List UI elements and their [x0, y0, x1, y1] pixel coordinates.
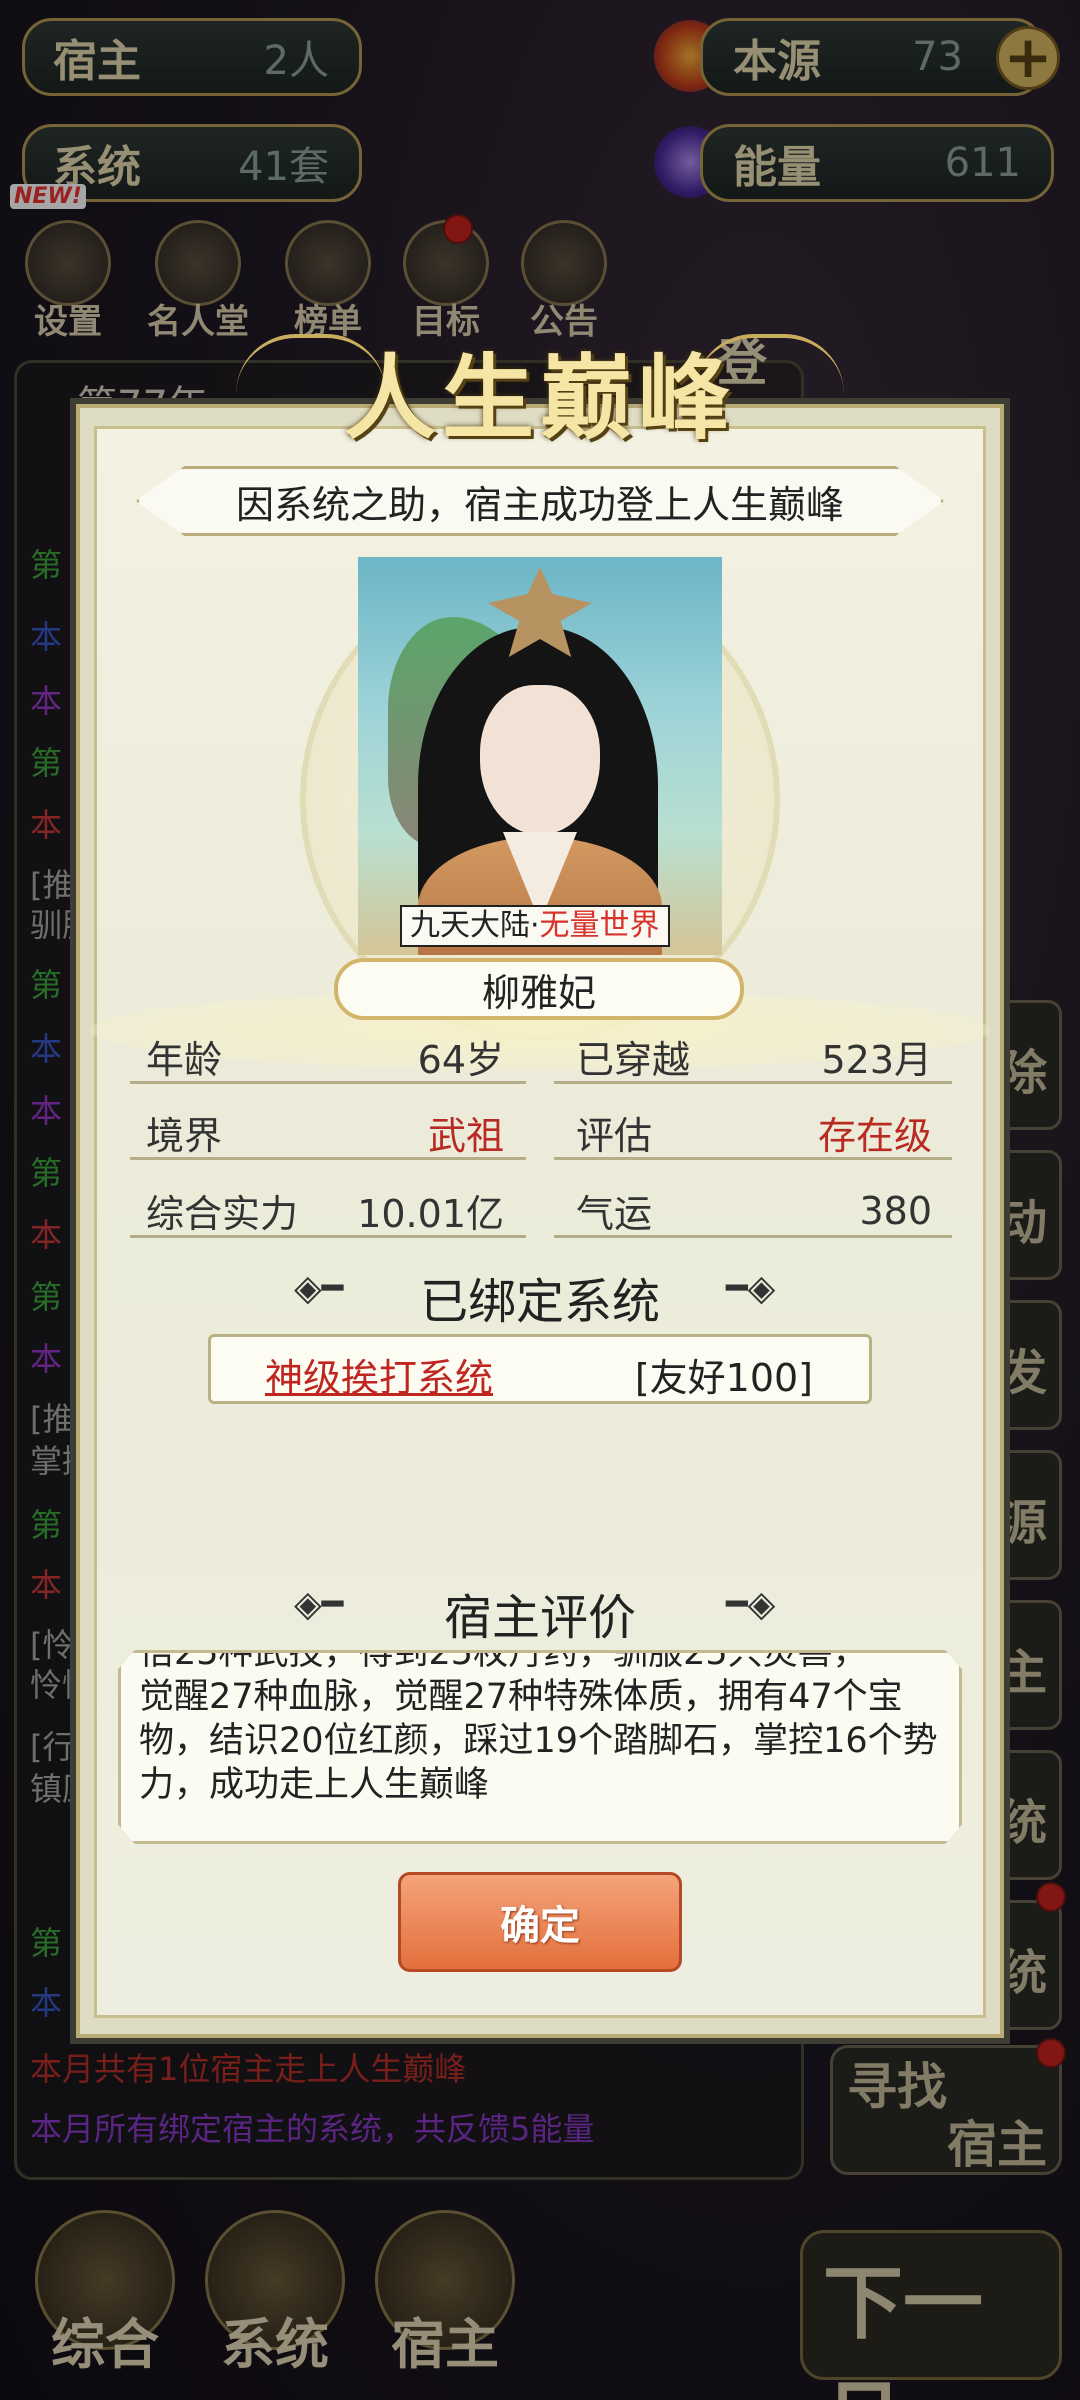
stat-label: 境界: [146, 1114, 223, 1158]
stat-value: 380: [859, 1188, 932, 1233]
stat-power: 综合实力 10.01亿: [130, 1186, 526, 1238]
evaluation-cut-line: 悟25种武技，得到25枚丹药，驯服25只灵兽，: [139, 1650, 868, 1673]
bound-system-friendship: [友好100]: [634, 1356, 813, 1400]
stat-realm: 境界 武祖: [130, 1108, 526, 1160]
diamond-ornament-right-icon: ━◈: [726, 1268, 776, 1309]
diamond-ornament-right-icon: ━◈: [726, 1584, 776, 1625]
host-evaluation-title: 宿主评价: [443, 1590, 636, 1646]
stat-value: 523月: [821, 1038, 932, 1082]
portrait-face: [480, 685, 600, 835]
confirm-button[interactable]: 确定: [398, 1872, 682, 1972]
stat-traveled: 已穿越 523月: [554, 1032, 952, 1084]
stat-value: 64岁: [417, 1038, 504, 1082]
world-highlight: 无量世界: [539, 908, 660, 943]
stat-value: 武祖: [427, 1114, 504, 1158]
host-portrait: [358, 557, 722, 955]
stat-label: 已穿越: [576, 1038, 691, 1082]
stat-label: 年龄: [146, 1038, 223, 1082]
stat-value: 10.01亿: [357, 1192, 504, 1236]
bound-system-link[interactable]: 神级挨打系统: [265, 1347, 493, 1402]
stat-label: 气运: [576, 1192, 653, 1236]
evaluation-body: 觉醒27种血脉，觉醒27种特殊体质，拥有47个宝物，结识20位红颜，踩过19个踏…: [139, 1677, 938, 1805]
stat-label: 综合实力: [146, 1192, 299, 1236]
dialog-title: 人生巅峰: [343, 344, 736, 452]
bound-system-title: 已绑定系统: [419, 1274, 660, 1330]
bound-system-row: 神级挨打系统 [友好100]: [208, 1334, 872, 1404]
host-evaluation-text[interactable]: 悟25种武技，得到25枚丹药，驯服25只灵兽， 觉醒27种血脉，觉醒27种特殊体…: [118, 1650, 962, 1844]
world-label: 九天大陆·无量世界: [400, 905, 670, 947]
stat-luck: 气运 380: [554, 1186, 952, 1238]
stat-assessment: 评估 存在级: [554, 1108, 952, 1160]
stat-age: 年龄 64岁: [130, 1032, 526, 1084]
world-prefix: 九天大陆·: [410, 908, 540, 943]
host-name: 柳雅妃: [334, 958, 744, 1020]
stat-label: 评估: [576, 1114, 653, 1158]
dialog-banner: 因系统之助，宿主成功登上人生巅峰: [136, 466, 944, 536]
stat-value: 存在级: [817, 1114, 932, 1158]
